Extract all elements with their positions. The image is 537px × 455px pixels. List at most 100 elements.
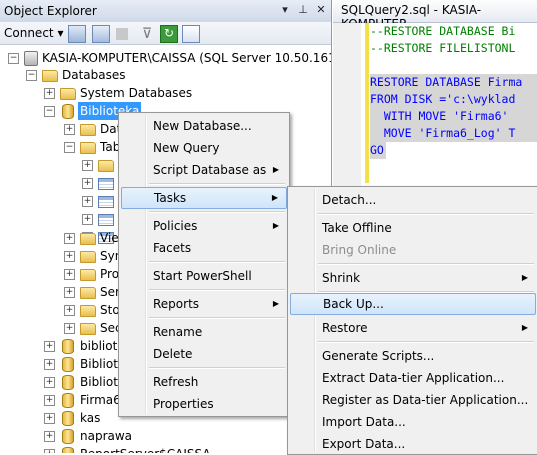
tree-node-label: Firma6 — [80, 393, 121, 407]
stop-icon[interactable] — [116, 28, 128, 40]
menu-item-facets[interactable]: Facets — [121, 237, 287, 259]
code-line: MOVE 'Firma6_Log' T — [370, 125, 537, 142]
folder-icon — [80, 251, 96, 263]
menu-item-restore[interactable]: Restore ▶ — [290, 317, 536, 339]
menu-item-shrink[interactable]: Shrink ▶ — [290, 267, 536, 289]
database-context-menu: New Database... New Query Script Databas… — [118, 112, 290, 417]
menu-separator — [149, 289, 285, 291]
collapse-icon[interactable]: − — [64, 142, 75, 153]
menu-item-new-database[interactable]: New Database... — [121, 115, 287, 137]
expand-icon[interactable]: + — [44, 449, 55, 453]
expand-icon[interactable]: + — [82, 214, 93, 225]
menu-item-extract-data-tier-application[interactable]: Extract Data-tier Application... — [290, 367, 536, 389]
expand-icon[interactable]: + — [44, 377, 55, 388]
folder-icon — [80, 269, 96, 281]
folder-icon — [80, 287, 96, 299]
disconnect-icon[interactable] — [92, 25, 110, 43]
tree-node-server[interactable]: − KASIA-KOMPUTER\CAISSA (SQL Server 10.5… — [0, 49, 331, 67]
expand-icon[interactable]: + — [64, 305, 75, 316]
menu-item-back-up[interactable]: Back Up... — [290, 293, 536, 315]
expand-icon[interactable]: + — [64, 323, 75, 334]
menu-item-rename[interactable]: Rename — [121, 321, 287, 343]
code-line: WITH MOVE 'Firma6' — [370, 108, 537, 125]
database-icon — [62, 411, 74, 426]
database-icon — [62, 357, 74, 372]
change-marker — [365, 23, 369, 183]
menu-item-register-data-tier-application[interactable]: Register as Data-tier Application... — [290, 389, 536, 411]
collapse-icon[interactable]: − — [26, 70, 37, 81]
menu-item-detach[interactable]: Detach... — [290, 189, 536, 211]
menu-separator — [149, 211, 285, 213]
expand-icon[interactable]: + — [44, 359, 55, 370]
menu-item-delete[interactable]: Delete — [121, 343, 287, 365]
code-line: GO — [370, 142, 386, 159]
menu-item-script-database-as[interactable]: Script Database as ▶ — [121, 159, 287, 181]
expand-icon[interactable]: + — [82, 196, 93, 207]
menu-item-export-data[interactable]: Export Data... — [290, 433, 536, 455]
expand-icon[interactable]: + — [64, 124, 75, 135]
menu-separator — [318, 341, 534, 343]
expand-icon[interactable]: + — [44, 88, 55, 99]
expand-icon[interactable]: + — [82, 178, 93, 189]
table-icon — [98, 214, 114, 226]
submenu-arrow-icon: ▶ — [272, 221, 279, 230]
submenu-arrow-icon: ▶ — [272, 165, 279, 174]
code-line: --RESTORE DATABASE Bi — [370, 24, 516, 38]
tasks-submenu: Detach... Take Offline Bring Online Shri… — [287, 186, 537, 455]
expand-icon[interactable]: + — [82, 160, 93, 171]
expand-icon[interactable]: + — [44, 431, 55, 442]
expand-icon[interactable]: + — [44, 413, 55, 424]
summary-icon[interactable] — [182, 25, 200, 43]
pin-icon[interactable]: ⊥ — [296, 3, 310, 17]
menu-item-bring-online[interactable]: Bring Online — [290, 239, 536, 261]
tree-node-label: System Databases — [80, 86, 193, 100]
folder-icon — [80, 124, 96, 136]
collapse-icon[interactable]: − — [44, 106, 55, 117]
folder-icon — [80, 233, 96, 245]
collapse-icon[interactable]: − — [8, 53, 19, 64]
expand-icon[interactable]: + — [64, 287, 75, 298]
table-icon — [98, 196, 114, 208]
menu-item-refresh[interactable]: Refresh — [121, 371, 287, 393]
filter-icon[interactable]: ⊽ — [138, 25, 156, 43]
submenu-arrow-icon: ▶ — [521, 273, 528, 282]
database-icon — [62, 375, 74, 390]
query-editor-tab[interactable]: SQLQuery2.sql - KASIA-KOMPUTER — [333, 0, 537, 31]
refresh-icon[interactable]: ↻ — [160, 25, 178, 43]
connect-button[interactable]: Connect ▾ — [4, 26, 63, 40]
expand-icon[interactable]: + — [64, 269, 75, 280]
menu-item-take-offline[interactable]: Take Offline — [290, 217, 536, 239]
menu-item-new-query[interactable]: New Query — [121, 137, 287, 159]
menu-item-reports[interactable]: Reports ▶ — [121, 293, 287, 315]
database-icon — [62, 339, 74, 354]
connect-object-explorer-icon[interactable] — [68, 25, 86, 43]
code-line: FROM DISK ='c:\wyklad — [370, 91, 537, 108]
menu-separator — [149, 317, 285, 319]
submenu-arrow-icon: ▶ — [521, 323, 528, 332]
object-explorer-title: Object Explorer — [4, 4, 97, 18]
object-explorer-titlebar: Object Explorer ▾ ⊥ ✕ — [0, 0, 331, 23]
menu-item-generate-scripts[interactable]: Generate Scripts... — [290, 345, 536, 367]
expand-icon[interactable]: + — [44, 341, 55, 352]
folder-icon — [60, 88, 76, 100]
database-icon — [62, 393, 74, 408]
menu-item-properties[interactable]: Properties — [121, 393, 287, 415]
menu-separator — [149, 367, 285, 369]
expand-icon[interactable]: + — [44, 395, 55, 406]
menu-item-import-data[interactable]: Import Data... — [290, 411, 536, 433]
dropdown-icon[interactable]: ▾ — [278, 3, 292, 17]
server-icon — [24, 51, 38, 66]
database-icon — [62, 429, 74, 444]
submenu-arrow-icon: ▶ — [271, 193, 278, 202]
menu-item-tasks[interactable]: Tasks ▶ — [121, 187, 287, 209]
folder-icon — [98, 160, 114, 172]
folder-icon — [80, 305, 96, 317]
menu-item-start-powershell[interactable]: Start PowerShell — [121, 265, 287, 287]
close-icon[interactable]: ✕ — [314, 3, 328, 17]
tree-node-label: Databases — [62, 68, 126, 82]
menu-item-policies[interactable]: Policies ▶ — [121, 215, 287, 237]
tree-node-label: Pro — [100, 267, 120, 281]
expand-icon[interactable]: + — [64, 233, 75, 244]
expand-icon[interactable]: + — [64, 251, 75, 262]
table-icon — [98, 178, 114, 190]
